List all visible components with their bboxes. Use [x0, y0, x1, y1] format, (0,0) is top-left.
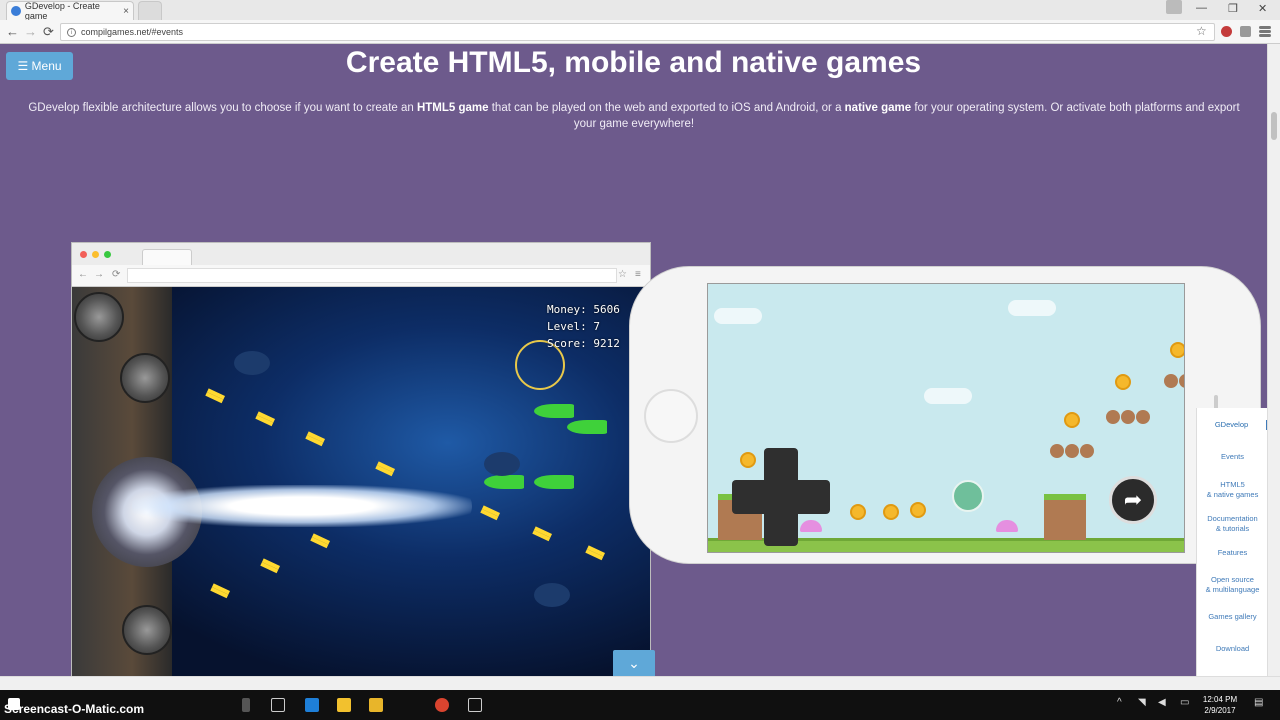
notifications-icon[interactable]: ▤: [1254, 697, 1263, 708]
os-taskbar: Screencast-O-Matic.com ^ ◥ ◀ ▭ 12:04 PM …: [0, 690, 1280, 720]
enemy-mine: [484, 452, 520, 476]
extension-icon[interactable]: [1221, 26, 1232, 37]
coin: [850, 504, 866, 520]
sidenav-item-download[interactable]: Download: [1197, 644, 1267, 654]
sidenav-item-features[interactable]: Features: [1197, 548, 1267, 558]
store-icon[interactable]: [369, 698, 383, 712]
sidenav-item-documentation[interactable]: Documentation & tutorials: [1197, 514, 1267, 534]
phone-mockup-illustration: ➦: [629, 266, 1261, 564]
url-text: compilgames.net/#events: [81, 27, 184, 37]
page-vertical-scrollbar[interactable]: [1267, 44, 1280, 676]
turret: [122, 605, 172, 655]
jump-button-icon: ➦: [1109, 476, 1157, 524]
browser-tab-bar: GDevelop - Create game × — ❐ ✕: [0, 0, 1280, 21]
sidenav-item-html5[interactable]: HTML5 & native games: [1197, 480, 1267, 500]
edge-icon[interactable]: [305, 698, 319, 712]
sidenav-item-events[interactable]: Events: [1197, 452, 1267, 462]
task-view-icon[interactable]: [271, 698, 285, 712]
reload-button[interactable]: ⟳: [43, 24, 54, 40]
platform-block: [1044, 494, 1086, 540]
player-character: [952, 480, 984, 512]
app-icon[interactable]: [468, 698, 482, 712]
tab-title: GDevelop - Create game: [24, 1, 100, 21]
minimize-dot-icon: [92, 251, 99, 258]
extension-icon[interactable]: [1240, 26, 1251, 37]
page-horizontal-scrollbar[interactable]: [0, 676, 1280, 690]
game-hud: Money: 5606 Level: 7 Score: 9212: [547, 301, 620, 352]
browser-tab[interactable]: GDevelop - Create game ×: [6, 1, 134, 21]
browser-mockup-illustration: ← → ⟳ ☆ ≡ Money: 5606 Level: 7 Score: 92…: [71, 242, 651, 676]
clock-date: 2/9/2017: [1204, 706, 1236, 715]
enemy-ship: [534, 475, 574, 489]
enemy-ship: [567, 420, 607, 434]
chrome-icon[interactable]: [435, 698, 449, 712]
browser-menu-icon[interactable]: [1259, 30, 1271, 33]
html5-game-highlight: HTML5 game: [416, 102, 489, 114]
coin: [1064, 412, 1080, 428]
info-icon[interactable]: i: [67, 27, 76, 37]
money-readout: Money: 5606: [547, 303, 620, 316]
tray-chevron-icon[interactable]: ^: [1117, 697, 1122, 708]
platformer-game-screenshot: ➦: [707, 283, 1185, 553]
enemy-mine: [234, 351, 270, 375]
laser-beam: [132, 485, 472, 527]
browser-toolbar: ← → ⟳ i compilgames.net/#events ☆: [0, 20, 1280, 44]
page-description: GDevelop flexible architecture allows yo…: [28, 102, 1240, 130]
phone-home-button: [644, 389, 698, 443]
side-navigation: GDevelop Events HTML5 & native games Docu…: [1196, 408, 1267, 676]
enemy-slime: [996, 520, 1018, 532]
forward-button[interactable]: →: [24, 24, 37, 39]
back-button[interactable]: ←: [6, 24, 19, 39]
level-readout: Level: 7: [547, 320, 600, 333]
clock-time: 12:04 PM: [1202, 695, 1238, 704]
sidenav-item-games-gallery[interactable]: Games gallery: [1197, 612, 1267, 622]
coin: [1115, 374, 1131, 390]
maximize-dot-icon: [104, 251, 111, 258]
taskbar-clock[interactable]: 12:04 PM 2/9/2017: [1198, 694, 1242, 716]
sidenav-item-open-source[interactable]: Open source & multilanguage: [1197, 575, 1267, 595]
page-content: Create HTML5, mobile and native games ☰ …: [0, 44, 1267, 676]
keyboard-icon[interactable]: ▭: [1180, 697, 1189, 708]
coin: [910, 502, 926, 518]
gdevelop-favicon-icon: [11, 6, 21, 16]
turret: [120, 353, 170, 403]
enemy-ship: [534, 404, 574, 418]
window-maximize-button[interactable]: ❐: [1228, 2, 1238, 15]
address-bar[interactable]: i compilgames.net/#events: [60, 23, 1215, 41]
space-shooter-game-screenshot: Money: 5606 Level: 7 Score: 9212: [72, 287, 650, 676]
enemy-ship: [484, 475, 524, 489]
enemy-mine: [534, 583, 570, 607]
user-profile-icon[interactable]: [1166, 0, 1182, 14]
window-minimize-button[interactable]: —: [1196, 2, 1207, 14]
mockup-tab: [142, 249, 192, 265]
recorder-watermark: Screencast-O-Matic.com: [4, 702, 145, 716]
score-readout: Score: 9212: [547, 337, 620, 350]
coin: [1170, 342, 1184, 358]
scrollbar-thumb[interactable]: [1271, 112, 1277, 140]
native-game-highlight: native game: [844, 102, 912, 114]
close-dot-icon: [80, 251, 87, 258]
window-close-button[interactable]: ✕: [1258, 2, 1267, 15]
microphone-icon[interactable]: [242, 698, 250, 712]
new-tab-button[interactable]: [138, 1, 162, 20]
volume-icon[interactable]: ◀: [1158, 697, 1166, 708]
network-icon[interactable]: ◥: [1138, 697, 1146, 708]
menu-button[interactable]: ☰ Menu: [6, 52, 73, 80]
bookmark-star-icon[interactable]: ☆: [1196, 24, 1207, 38]
scroll-down-button[interactable]: ⌄: [613, 650, 655, 676]
page-title: Create HTML5, mobile and native games: [345, 46, 922, 79]
tab-close-icon[interactable]: ×: [123, 6, 129, 17]
sidenav-item-gdevelop[interactable]: GDevelop: [1197, 420, 1267, 430]
file-explorer-icon[interactable]: [337, 698, 351, 712]
coin: [883, 504, 899, 520]
dpad-control-icon: [732, 448, 830, 546]
turret: [74, 292, 124, 342]
